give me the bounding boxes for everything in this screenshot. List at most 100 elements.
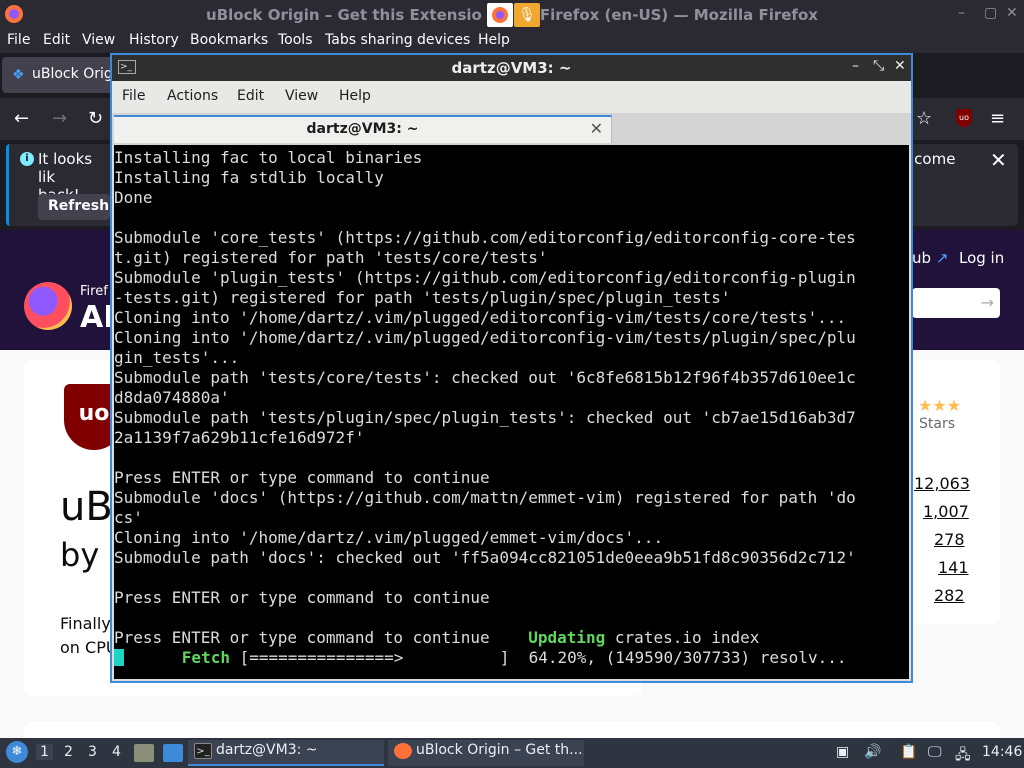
menu-tools[interactable]: Tools	[278, 32, 313, 48]
terminal-line: Cloning into '/home/dartz/.vim/plugged/e…	[114, 328, 856, 347]
rating-count-1[interactable]: 282	[934, 586, 965, 605]
login-link[interactable]: Log in	[959, 249, 1004, 267]
menu-history[interactable]: History	[129, 32, 179, 48]
terminal-line: Cloning into '/home/dartz/.vim/plugged/e…	[114, 528, 664, 547]
terminal-tab-close-icon[interactable]: ✕	[590, 119, 603, 138]
firefox-addons-logo[interactable]	[24, 282, 72, 330]
notification-message-tail: lcome	[910, 150, 956, 168]
clipboard-icon[interactable]: 📋	[900, 744, 917, 760]
terminal-menu-view[interactable]: View	[285, 88, 318, 104]
terminal-minimize-icon[interactable]: –	[852, 58, 859, 74]
firefox-titlebar: uBlock Origin – Get this Extensio Firefox…	[0, 0, 1024, 30]
terminal-maximize-icon[interactable]: ⤡	[873, 58, 884, 74]
tray-app-icon[interactable]: ▣	[836, 744, 849, 760]
firefox-menubar: File Edit View History Bookmarks Tools T…	[0, 30, 1024, 53]
tab-label: uBlock Origi	[32, 66, 117, 82]
external-link-icon: ↗	[935, 249, 949, 267]
back-icon[interactable]: ←	[14, 108, 29, 129]
taskbar: ❄ 1 2 3 4 >_ dartz@VM3: ~ uBlock Origin …	[0, 738, 1024, 768]
terminal-line: Installing fa stdlib locally	[114, 168, 384, 187]
search-arrow-icon[interactable]: →	[981, 293, 994, 312]
terminal-menu-file[interactable]: File	[122, 88, 145, 104]
terminal-cursor	[114, 649, 124, 666]
network-icon[interactable]: 🖧	[955, 744, 971, 768]
sharing-indicator-firefox-icon[interactable]	[487, 3, 513, 27]
terminal-titlebar[interactable]: >_ dartz@VM3: ~ – ⤡ ✕	[112, 55, 911, 81]
volume-icon[interactable]: 🔊	[864, 744, 881, 760]
rating-count-4[interactable]: 1,007	[923, 502, 969, 521]
addon-author: by	[60, 536, 100, 574]
terminal-line: Press ENTER or type command to continue	[114, 468, 490, 487]
terminal-line: -tests.git) registered for path 'tests/p…	[114, 288, 731, 307]
brand-small: Firef	[80, 284, 108, 299]
stars-label: Stars	[919, 416, 956, 432]
terminal-line: gin_tests'...	[114, 348, 240, 367]
workspace-1[interactable]: 1	[36, 744, 53, 760]
display-icon[interactable]: 🖵	[928, 744, 942, 760]
terminal-line: Done	[114, 188, 153, 207]
refresh-button[interactable]: Refresh	[38, 194, 110, 220]
notification-close-icon[interactable]: ✕	[990, 148, 1007, 172]
tab-ublock-origin[interactable]: ❖ uBlock Origi	[2, 57, 122, 93]
terminal-line: cs'	[114, 508, 143, 527]
clock: 14:46	[982, 744, 1023, 760]
file-manager-icon[interactable]	[134, 744, 154, 762]
addon-name: uB	[60, 484, 113, 530]
terminal-line: d8da074880a'	[114, 388, 230, 407]
hamburger-menu-icon[interactable]: ≡	[990, 108, 1005, 129]
close-icon[interactable]: ✕	[1006, 5, 1018, 21]
terminal-tab[interactable]: dartz@VM3: ~ ✕	[114, 115, 612, 143]
forward-icon[interactable]: →	[52, 108, 67, 129]
rating-count-3[interactable]: 278	[934, 530, 965, 549]
menu-edit[interactable]: Edit	[43, 32, 70, 48]
terminal-menu-actions[interactable]: Actions	[167, 88, 218, 104]
workspace-4[interactable]: 4	[112, 744, 121, 760]
bookmark-star-icon[interactable]: ☆	[916, 108, 932, 129]
terminal-line-fetch: Fetch [===============> ] 64.20%, (14959…	[114, 648, 909, 668]
puzzle-icon: ❖	[12, 67, 25, 83]
menu-view[interactable]: View	[82, 32, 115, 48]
terminal-line: Cloning into '/home/dartz/.vim/plugged/e…	[114, 308, 847, 327]
info-icon: i	[20, 152, 34, 166]
terminal-line: Press ENTER or type command to continue	[114, 588, 490, 607]
microphone-sharing-icon[interactable]: 🎙	[514, 3, 540, 27]
menu-tabs-sharing-devices[interactable]: Tabs sharing devices	[325, 32, 470, 48]
show-desktop-icon[interactable]	[163, 744, 183, 762]
terminal-close-icon[interactable]: ✕	[894, 58, 906, 74]
terminal-menubar: File Actions Edit View Help	[112, 81, 911, 113]
reload-icon[interactable]: ↻	[88, 108, 103, 129]
app-menu-icon[interactable]: ❄	[6, 741, 28, 763]
terminal-menu-edit[interactable]: Edit	[237, 88, 264, 104]
workspace-3[interactable]: 3	[88, 744, 97, 760]
taskbar-firefox-label: uBlock Origin – Get th...	[416, 742, 583, 758]
terminal-line: t.git) registered for path 'tests/core/t…	[114, 248, 548, 267]
menu-file[interactable]: File	[7, 32, 30, 48]
menu-bookmarks[interactable]: Bookmarks	[190, 32, 268, 48]
terminal-tabbar: dartz@VM3: ~ ✕	[112, 113, 911, 145]
rating-count-5[interactable]: 12,063	[914, 474, 970, 493]
terminal-window[interactable]: >_ dartz@VM3: ~ – ⤡ ✕ File Actions Edit …	[110, 53, 913, 683]
ublock-extension-icon[interactable]: uo	[956, 109, 972, 127]
maximize-icon[interactable]: ▢	[984, 5, 997, 21]
terminal-line: Submodule 'core_tests' (https://github.c…	[114, 228, 856, 247]
workspace-2[interactable]: 2	[64, 744, 73, 760]
terminal-line: 2a1139f7a629b11cfe16d972f'	[114, 428, 365, 447]
search-input[interactable]: →	[912, 288, 1000, 318]
minimize-icon[interactable]: –	[958, 5, 965, 21]
taskbar-item-terminal[interactable]: >_ dartz@VM3: ~	[188, 740, 384, 766]
menu-help[interactable]: Help	[478, 32, 510, 48]
taskbar-item-firefox[interactable]: uBlock Origin – Get th...	[388, 740, 584, 766]
terminal-tab-label: dartz@VM3: ~	[306, 121, 419, 137]
terminal-menu-help[interactable]: Help	[339, 88, 371, 104]
hub-link[interactable]: ub ↗	[912, 249, 948, 267]
terminal-lines: Installing fac to local binaries Installi…	[114, 148, 909, 668]
rating-count-2[interactable]: 141	[938, 558, 969, 577]
terminal-window-title: dartz@VM3: ~	[451, 59, 572, 77]
terminal-line: Installing fac to local binaries	[114, 148, 423, 167]
rating-stars-icon: ★★★	[918, 396, 962, 415]
terminal-output[interactable]: Installing fac to local binaries Installi…	[114, 145, 909, 679]
